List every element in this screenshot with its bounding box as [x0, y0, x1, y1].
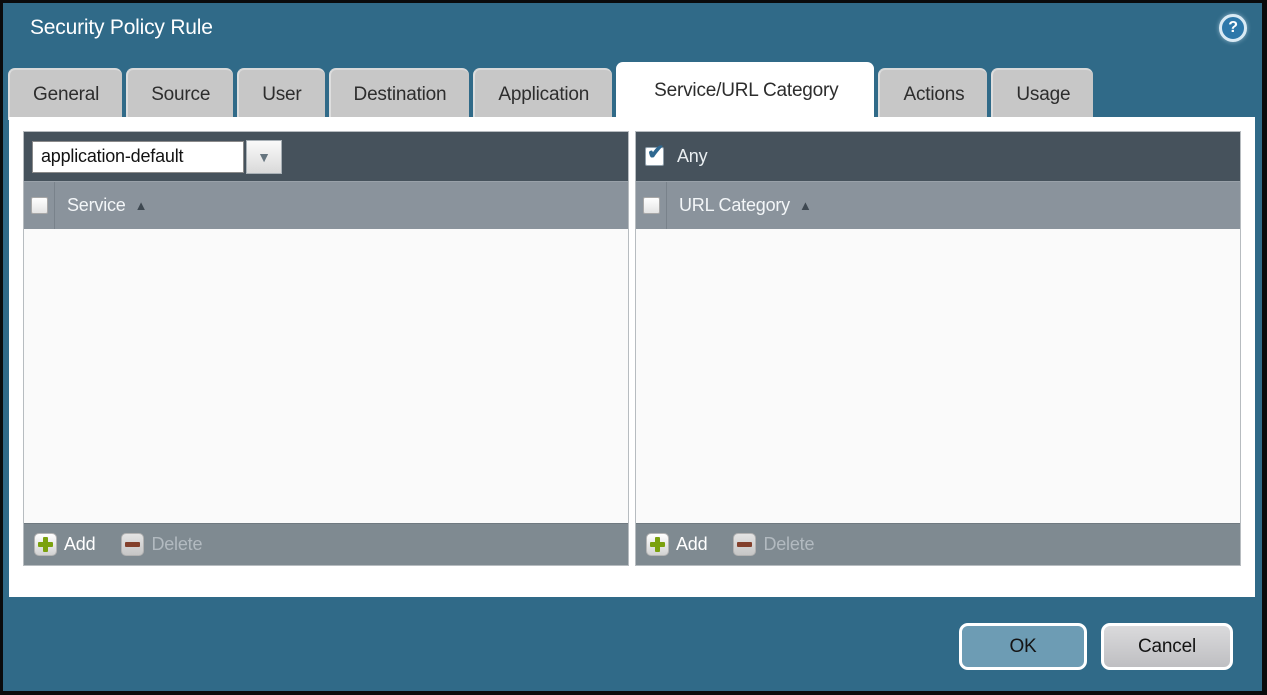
help-icon[interactable]: ?: [1219, 14, 1247, 42]
add-icon: [646, 533, 669, 556]
delete-service-button[interactable]: Delete: [121, 533, 202, 556]
minus-icon: [733, 533, 756, 556]
service-panel-header: ▼: [24, 132, 628, 181]
tab-user[interactable]: User: [237, 68, 324, 120]
tab-service-url-category[interactable]: Service/URL Category: [616, 62, 874, 120]
url-category-panel: ✔ Any URL Category ▲: [635, 131, 1241, 566]
url-category-panel-footer: Add Delete: [636, 523, 1240, 565]
service-column-label: Service: [67, 195, 126, 216]
service-panel-footer: Add Delete: [24, 523, 628, 565]
url-category-panel-header: ✔ Any: [636, 132, 1240, 181]
service-list[interactable]: [24, 229, 628, 523]
cancel-button[interactable]: Cancel: [1101, 623, 1233, 670]
minus-icon: [121, 533, 144, 556]
service-panel: ▼ Service ▲ Ad: [23, 131, 629, 566]
any-checkbox[interactable]: ✔: [645, 147, 664, 166]
tab-source[interactable]: Source: [126, 68, 233, 120]
tab-general[interactable]: General: [8, 68, 122, 120]
select-all-url-categories-checkbox[interactable]: [643, 197, 660, 214]
add-icon: [34, 533, 57, 556]
check-icon: ✔: [647, 140, 664, 165]
tab-bar: General Source User Destination Applicat…: [8, 62, 1097, 120]
screen: Security Policy Rule ? General Source Us…: [0, 0, 1267, 695]
url-category-column-header[interactable]: URL Category ▲: [636, 181, 1240, 229]
select-all-services-checkbox[interactable]: [31, 197, 48, 214]
tab-usage[interactable]: Usage: [991, 68, 1093, 120]
add-url-category-button[interactable]: Add: [646, 533, 707, 556]
ok-button[interactable]: OK: [959, 623, 1087, 670]
service-type-input[interactable]: [32, 141, 244, 173]
any-label: Any: [677, 146, 707, 167]
add-service-button[interactable]: Add: [34, 533, 95, 556]
chevron-down-icon[interactable]: ▼: [246, 140, 282, 174]
sort-ascending-icon: ▲: [799, 198, 812, 213]
security-policy-rule-dialog: Security Policy Rule ? General Source Us…: [3, 3, 1262, 691]
service-type-dropdown: ▼: [32, 140, 282, 174]
tab-content: ▼ Service ▲ Ad: [9, 117, 1255, 597]
url-category-list[interactable]: [636, 229, 1240, 523]
tab-actions[interactable]: Actions: [878, 68, 987, 120]
tab-application[interactable]: Application: [473, 68, 612, 120]
dialog-title: Security Policy Rule: [30, 16, 213, 40]
help-glyph: ?: [1228, 19, 1238, 37]
delete-url-category-button[interactable]: Delete: [733, 533, 814, 556]
url-category-column-label: URL Category: [679, 195, 790, 216]
sort-ascending-icon: ▲: [135, 198, 148, 213]
service-column-header[interactable]: Service ▲: [24, 181, 628, 229]
tab-destination[interactable]: Destination: [329, 68, 470, 120]
